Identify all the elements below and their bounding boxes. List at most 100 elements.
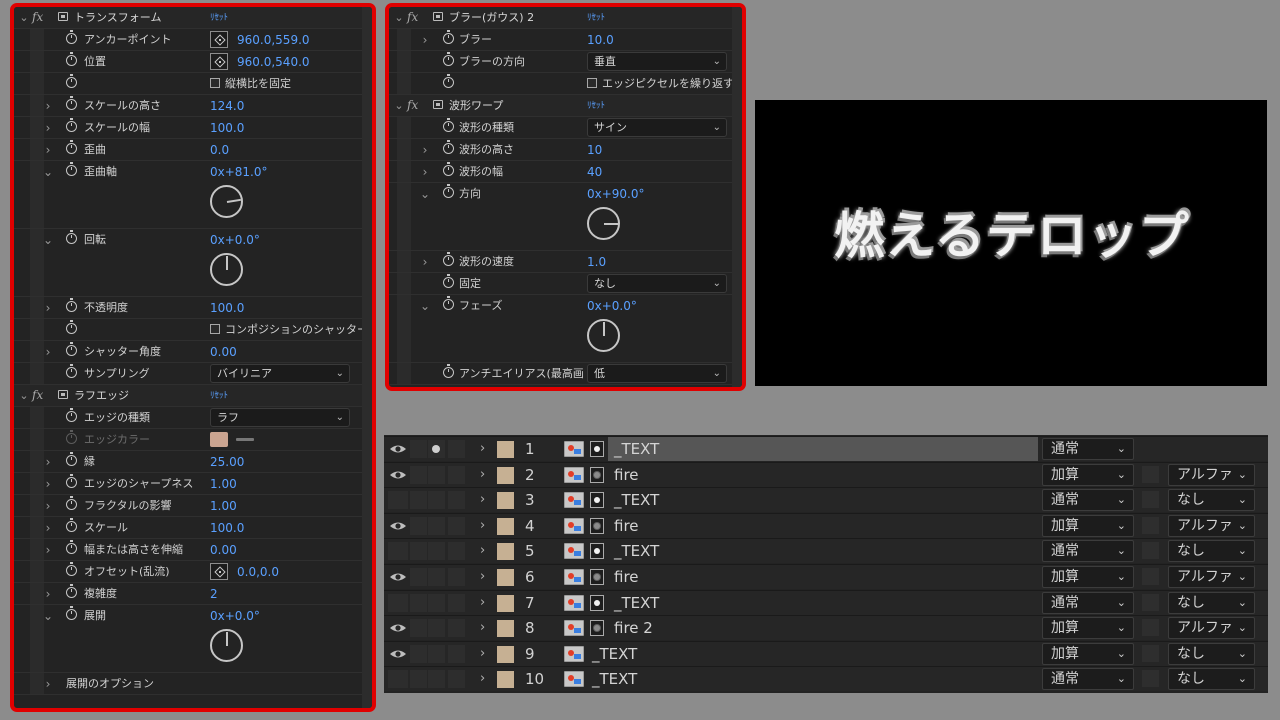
- property-value[interactable]: 2: [210, 586, 218, 602]
- lock-toggle[interactable]: [448, 491, 465, 510]
- layer-label-color[interactable]: [497, 543, 514, 561]
- expand-chevron-icon[interactable]: ⌄: [42, 164, 54, 180]
- stopwatch-icon[interactable]: [66, 518, 77, 532]
- property-value[interactable]: 124.0: [210, 98, 244, 114]
- expand-chevron-icon[interactable]: ⌄: [419, 186, 431, 202]
- stopwatch-icon[interactable]: [66, 452, 77, 466]
- track-matte-dropdown[interactable]: アルファ ⌄: [1168, 617, 1255, 640]
- property-dropdown[interactable]: バイリニア ⌄: [210, 364, 350, 383]
- solo-toggle[interactable]: [428, 568, 445, 586]
- property-value[interactable]: 0x+0.0°: [210, 232, 260, 248]
- property-value[interactable]: 100.0: [210, 120, 244, 136]
- track-matte-dropdown[interactable]: アルファ ⌄: [1168, 514, 1255, 537]
- checkbox[interactable]: [210, 78, 220, 88]
- track-matte-dropdown[interactable]: なし ⌄: [1168, 642, 1255, 665]
- stopwatch-icon[interactable]: [443, 30, 454, 44]
- expand-chevron-icon[interactable]: ›: [42, 454, 54, 470]
- angle-dial[interactable]: [587, 319, 620, 352]
- layer-row[interactable]: › 3 _TEXT 通常 ⌄ なし ⌄: [384, 487, 1268, 513]
- expand-chevron-icon[interactable]: ›: [480, 619, 485, 637]
- solo-toggle[interactable]: [428, 516, 445, 535]
- color-swatch[interactable]: [210, 432, 228, 447]
- collapse-chevron-icon[interactable]: ⌄: [393, 98, 405, 114]
- solo-toggle[interactable]: [428, 593, 445, 612]
- track-matte-dropdown[interactable]: なし ⌄: [1168, 591, 1255, 614]
- solo-toggle[interactable]: [428, 542, 445, 561]
- property-value[interactable]: 1.0: [587, 254, 606, 270]
- expand-chevron-icon[interactable]: ⌄: [42, 608, 54, 624]
- property-value[interactable]: 0x+0.0°: [210, 608, 260, 624]
- lock-toggle[interactable]: [448, 516, 465, 535]
- visibility-eye-icon[interactable]: [388, 645, 408, 663]
- blend-mode-dropdown[interactable]: 通常 ⌄: [1042, 540, 1134, 563]
- layer-row[interactable]: › 2 fire 加算 ⌄ アルファ ⌄: [384, 461, 1268, 487]
- expand-chevron-icon[interactable]: ›: [480, 542, 485, 560]
- panel-scrollbar[interactable]: [732, 7, 742, 387]
- track-matte-dropdown[interactable]: アルファ ⌄: [1168, 463, 1255, 486]
- stopwatch-icon[interactable]: [66, 408, 77, 422]
- track-matte-dropdown[interactable]: なし ⌄: [1168, 540, 1255, 563]
- stopwatch-icon[interactable]: [66, 342, 77, 356]
- visibility-eye-icon[interactable]: [388, 593, 408, 612]
- layer-label-color[interactable]: [497, 671, 514, 689]
- track-matte-dropdown[interactable]: なし ⌄: [1168, 668, 1255, 691]
- audio-toggle[interactable]: [410, 440, 427, 458]
- property-value[interactable]: 0x+81.0°: [210, 164, 268, 180]
- property-value[interactable]: 0x+0.0°: [587, 298, 637, 314]
- stopwatch-icon[interactable]: [66, 74, 77, 88]
- audio-toggle[interactable]: [410, 670, 427, 689]
- expand-chevron-icon[interactable]: ›: [419, 164, 431, 180]
- layer-row[interactable]: › 9 _TEXT 加算 ⌄ なし ⌄: [384, 640, 1268, 666]
- property-value[interactable]: 960.0,559.0: [237, 32, 310, 48]
- expand-chevron-icon[interactable]: ›: [42, 142, 54, 158]
- property-value[interactable]: 0.00: [210, 344, 237, 360]
- angle-dial[interactable]: [210, 185, 243, 218]
- stopwatch-icon[interactable]: [443, 140, 454, 154]
- stopwatch-icon[interactable]: [66, 430, 77, 444]
- reset-button[interactable]: ﾘｾｯﾄ: [210, 388, 228, 404]
- preserve-transparency-toggle[interactable]: [1142, 619, 1159, 637]
- layer-name[interactable]: _TEXT: [614, 542, 659, 560]
- visibility-eye-icon[interactable]: [388, 619, 408, 637]
- blend-mode-dropdown[interactable]: 加算 ⌄: [1042, 514, 1134, 537]
- expand-chevron-icon[interactable]: ›: [480, 645, 485, 663]
- stopwatch-icon[interactable]: [66, 540, 77, 554]
- angle-dial[interactable]: [210, 253, 243, 286]
- blend-mode-dropdown[interactable]: 通常 ⌄: [1042, 591, 1134, 614]
- blend-mode-dropdown[interactable]: 加算 ⌄: [1042, 617, 1134, 640]
- stopwatch-icon[interactable]: [66, 298, 77, 312]
- preserve-transparency-toggle[interactable]: [1142, 644, 1159, 662]
- layer-label-color[interactable]: [497, 620, 514, 638]
- preserve-transparency-toggle[interactable]: [1142, 542, 1159, 560]
- expand-chevron-icon[interactable]: ›: [480, 491, 485, 509]
- audio-toggle[interactable]: [410, 593, 427, 612]
- layer-name[interactable]: fire 2: [614, 619, 653, 637]
- layer-name[interactable]: fire: [614, 466, 639, 484]
- solo-toggle[interactable]: [428, 670, 445, 689]
- collapse-chevron-icon[interactable]: ⌄: [393, 10, 405, 26]
- visibility-eye-icon[interactable]: [388, 670, 408, 689]
- stopwatch-icon[interactable]: [443, 364, 454, 378]
- blend-mode-dropdown[interactable]: 加算 ⌄: [1042, 642, 1134, 665]
- checkbox[interactable]: [210, 324, 220, 334]
- layer-row[interactable]: › 6 fire 加算 ⌄ アルファ ⌄: [384, 564, 1268, 589]
- preserve-transparency-toggle[interactable]: [1142, 465, 1159, 483]
- property-value[interactable]: 10.0: [587, 32, 614, 48]
- layer-label-color[interactable]: [497, 645, 514, 663]
- expand-chevron-icon[interactable]: ›: [480, 568, 485, 586]
- property-value[interactable]: 0.00: [210, 542, 237, 558]
- expand-chevron-icon[interactable]: ›: [42, 520, 54, 536]
- preserve-transparency-toggle[interactable]: [1142, 516, 1159, 534]
- layer-label-color[interactable]: [497, 441, 514, 458]
- angle-dial[interactable]: [210, 629, 243, 662]
- expand-chevron-icon[interactable]: ›: [419, 32, 431, 48]
- expand-chevron-icon[interactable]: ⌄: [419, 298, 431, 314]
- stopwatch-icon[interactable]: [66, 162, 77, 176]
- expand-chevron-icon[interactable]: ›: [42, 676, 54, 692]
- solo-toggle[interactable]: [428, 491, 445, 510]
- property-value[interactable]: 100.0: [210, 520, 244, 536]
- preserve-transparency-toggle[interactable]: [1142, 491, 1159, 509]
- audio-toggle[interactable]: [410, 542, 427, 561]
- property-value[interactable]: 10: [587, 142, 602, 158]
- expand-chevron-icon[interactable]: ›: [480, 670, 485, 688]
